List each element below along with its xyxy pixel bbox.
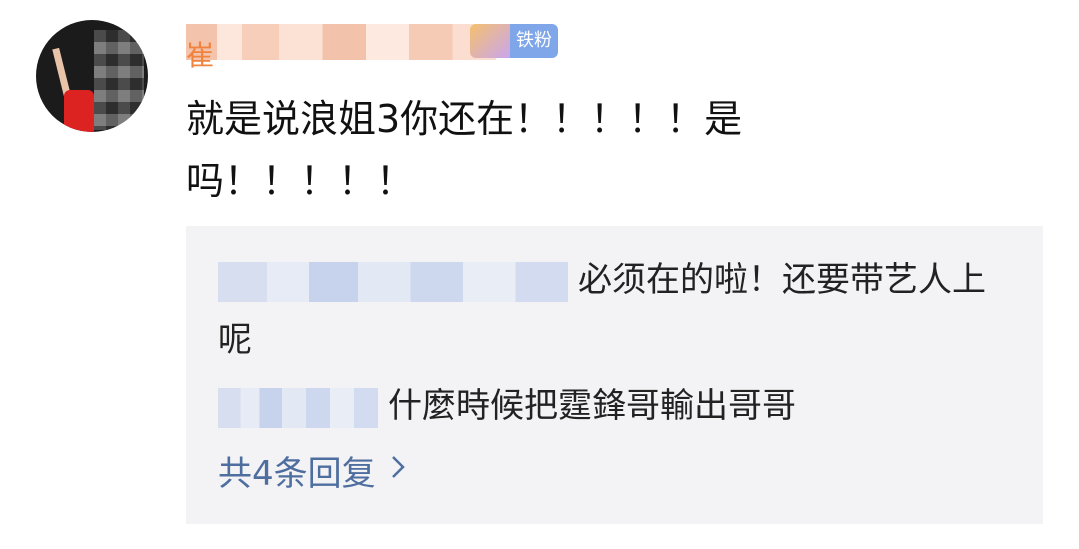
avatar-figure-graphic [64, 90, 94, 132]
reply-count-label: 共4条回复 [218, 454, 376, 494]
reply-item[interactable]: 什麼時候把霆鋒哥輸出哥哥 [218, 376, 796, 436]
reply-username-blurred[interactable] [218, 387, 378, 428]
username-blurred[interactable] [186, 24, 496, 60]
fan-badge-icon [470, 24, 510, 58]
username-initial: 崔 [186, 39, 215, 72]
reply-text: 什麼時候把霆鋒哥輸出哥哥 [388, 386, 796, 426]
fan-badge[interactable]: 铁粉 [470, 24, 558, 58]
avatar-arm-graphic [52, 47, 71, 97]
avatar-mosaic-overlay [94, 30, 144, 130]
user-avatar[interactable] [36, 20, 148, 132]
reply-item[interactable]: 必须在的啦！还要带艺人上呢 [218, 250, 1018, 370]
reply-username-blurred[interactable] [218, 261, 568, 302]
fan-badge-label: 铁粉 [510, 24, 558, 58]
reply-box[interactable]: 必须在的啦！还要带艺人上呢 什麼時候把霆鋒哥輸出哥哥 共4条回复 [186, 226, 1043, 524]
view-all-replies-link[interactable]: 共4条回复 [218, 446, 406, 495]
chevron-right-icon [390, 453, 406, 488]
comment-text: 就是说浪姐3你还在！！！！！是 吗！！！！！ [186, 97, 743, 203]
